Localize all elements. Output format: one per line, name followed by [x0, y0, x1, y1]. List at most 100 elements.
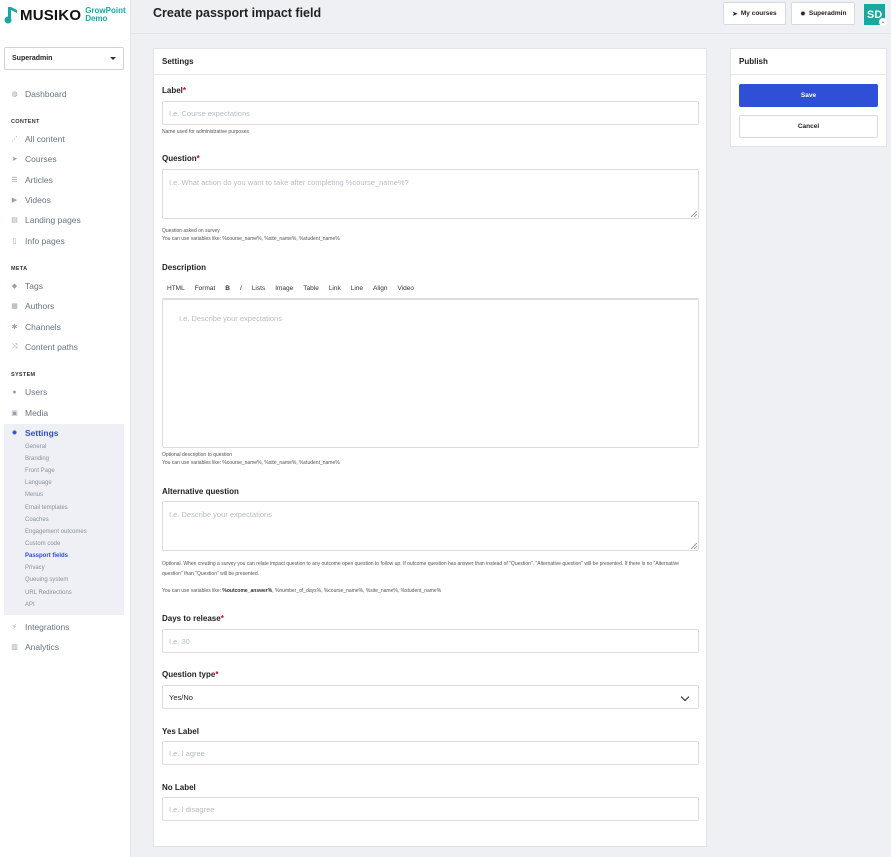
nav-label: Dashboard — [25, 89, 67, 99]
settings-heading: Settings — [154, 49, 706, 75]
required-marker: * — [215, 670, 219, 679]
question-type-field-label: Question type* — [162, 670, 218, 679]
nav-label: Courses — [25, 154, 57, 164]
description-field-label: Description — [162, 263, 207, 272]
sub-item-front-page[interactable]: Front Page — [25, 468, 55, 477]
sub-item-general[interactable]: General — [25, 444, 46, 453]
superadmin-button[interactable]: ✹ Superadmin — [791, 2, 856, 25]
question-help-2: You can use variables like: %course_name… — [162, 236, 340, 242]
sub-item-email-templates[interactable]: Email templates — [25, 505, 68, 514]
list-icon: ☰ — [11, 177, 18, 184]
nav-tags[interactable]: ◆ Tags — [11, 280, 43, 292]
qtype-label-text: Question type — [162, 670, 216, 679]
sub-item-coaches[interactable]: Coaches — [25, 517, 49, 526]
sub-item-language[interactable]: Language — [25, 480, 52, 489]
toolbar-link[interactable]: Link — [329, 285, 341, 292]
toolbar-image[interactable]: Image — [275, 285, 293, 292]
chevron-down-icon — [680, 692, 690, 702]
nav-articles[interactable]: ☰ Articles — [11, 174, 53, 186]
sub-item-queuing-system[interactable]: Queuing system — [25, 577, 68, 586]
toolbar-italic[interactable]: I — [240, 285, 242, 292]
header-divider — [131, 33, 891, 34]
nav-content-paths[interactable]: ⤨ Content paths — [11, 341, 78, 353]
sub-item-api[interactable]: API — [25, 602, 35, 611]
alt-question-textarea[interactable]: I.e. Describe your expectations — [162, 501, 699, 551]
gear-icon: ✹ — [11, 430, 18, 437]
play-icon: ▶ — [11, 197, 18, 204]
question-placeholder: I.e. What action do you want to take aft… — [169, 178, 409, 187]
nav-label: Authors — [25, 301, 55, 311]
resize-handle-icon[interactable] — [691, 543, 697, 549]
yes-label-input[interactable]: I.e. I agree — [162, 741, 699, 765]
toolbar-align[interactable]: Align — [373, 285, 387, 292]
label-input[interactable]: I.e. Course expectations — [162, 101, 699, 125]
paper-plane-icon: ➤ — [11, 156, 18, 163]
no-label-input[interactable]: I.e. I disagree — [162, 797, 699, 821]
toolbar-lists[interactable]: Lists — [252, 285, 265, 292]
sub-item-custom-code[interactable]: Custom code — [25, 541, 60, 550]
question-type-value: Yes/No — [169, 692, 193, 702]
role-select[interactable]: Superadmin — [4, 47, 124, 70]
nav-label: Integrations — [25, 622, 70, 632]
nav-label: Content paths — [25, 342, 78, 352]
resize-handle-icon[interactable] — [691, 211, 697, 217]
nav-dashboard[interactable]: ◍ Dashboard — [11, 88, 67, 100]
editor-toolbar: HTML Format B I Lists Image Table Link L… — [162, 279, 699, 299]
nav-landing-pages[interactable]: ▤ Landing pages — [11, 214, 81, 226]
toolbar-html[interactable]: HTML — [167, 285, 185, 292]
question-help: Question asked on survey You can use vari… — [162, 227, 340, 243]
nav-section-meta: META — [11, 266, 28, 272]
nav-users[interactable]: ● Users — [11, 386, 47, 398]
sub-item-menus[interactable]: Menus — [25, 492, 43, 501]
cancel-button[interactable]: Cancel — [739, 115, 878, 138]
description-editor[interactable]: I.e. Describe your expectations — [162, 299, 699, 448]
sub-item-engagement-outcomes[interactable]: Engagement outcomes — [25, 529, 87, 538]
nav-all-content[interactable]: ⋰ All content — [11, 133, 65, 145]
brand-logo[interactable]: MUSIKO GrowPoint Demo — [4, 3, 126, 27]
nav-label: All content — [25, 134, 65, 144]
question-label-text: Question — [162, 154, 197, 163]
days-label-text: Days to release — [162, 614, 221, 623]
image-icon: ▣ — [11, 410, 18, 417]
toolbar-table[interactable]: Table — [303, 285, 319, 292]
nav-info-pages[interactable]: ▯ Info pages — [11, 235, 65, 247]
question-type-select[interactable]: Yes/No — [162, 685, 699, 709]
toolbar-video[interactable]: Video — [398, 285, 415, 292]
nav-analytics[interactable]: ▥ Analytics — [11, 641, 59, 653]
question-textarea[interactable]: I.e. What action do you want to take aft… — [162, 169, 699, 219]
my-courses-button[interactable]: ➤ My courses — [723, 2, 786, 25]
alt-variables-prefix: You can use variables like: — [162, 588, 223, 594]
description-help-2: You can use variables like: %course_name… — [162, 460, 340, 466]
nav-courses[interactable]: ➤ Courses — [11, 153, 57, 165]
save-button[interactable]: Save — [739, 84, 878, 107]
avatar-menu-icon[interactable]: ⌄ — [879, 18, 887, 26]
sub-item-url-redirections[interactable]: URL Redirections — [25, 590, 72, 599]
toolbar-bold[interactable]: B — [225, 285, 230, 292]
nav-media[interactable]: ▣ Media — [11, 407, 48, 419]
nav-label: Landing pages — [25, 215, 81, 225]
superadmin-label: Superadmin — [808, 10, 847, 17]
toolbar-line[interactable]: Line — [351, 285, 363, 292]
nav-authors[interactable]: ▦ Authors — [11, 300, 54, 312]
nav-integrations[interactable]: ⚡ Integrations — [11, 621, 69, 633]
sub-item-branding[interactable]: Branding — [25, 456, 49, 465]
nav-channels[interactable]: ✱ Channels — [11, 321, 61, 333]
nav-settings[interactable]: ✹ Settings — [11, 427, 59, 439]
nav-label: Users — [25, 387, 48, 397]
publish-heading: Publish — [731, 49, 886, 75]
sub-item-privacy[interactable]: Privacy — [25, 565, 45, 574]
yes-label-field-label: Yes Label — [162, 727, 199, 736]
description-help: Optional description to question You can … — [162, 451, 340, 467]
paper-plane-icon: ➤ — [732, 10, 738, 18]
alt-question-field-label: Alternative question — [162, 487, 239, 496]
nav-videos[interactable]: ▶ Videos — [11, 194, 51, 206]
days-input[interactable]: I.e. 30 — [162, 629, 699, 653]
shuffle-icon: ⤨ — [11, 343, 18, 350]
toolbar-format[interactable]: Format — [195, 285, 216, 292]
required-marker: * — [182, 86, 187, 95]
nav-section-system: SYSTEM — [11, 372, 36, 378]
sub-item-passport-fields[interactable]: Passport fields — [25, 553, 68, 562]
alt-question-variables: You can use variables like: %outcome_ans… — [162, 587, 441, 595]
user-icon: ● — [12, 388, 17, 396]
days-field-label: Days to release* — [162, 614, 224, 623]
